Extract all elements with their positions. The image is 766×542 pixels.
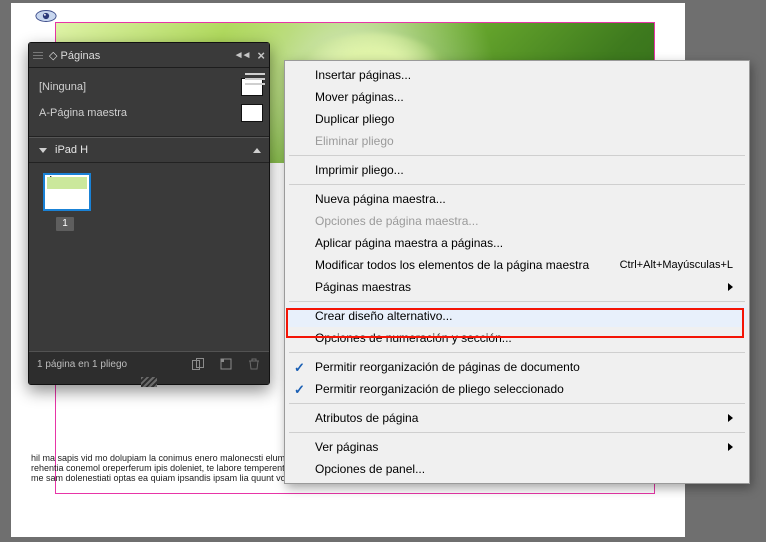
menu-new-master[interactable]: Nueva página maestra... xyxy=(287,188,747,210)
check-icon: ✓ xyxy=(294,360,305,376)
layout-name: iPad H xyxy=(55,144,88,156)
master-label: [Ninguna] xyxy=(39,81,86,93)
new-page-icon[interactable] xyxy=(219,357,233,371)
menu-apply-master[interactable]: Aplicar página maestra a páginas... xyxy=(287,232,747,254)
chevron-up-icon xyxy=(253,148,261,153)
menu-print-spread[interactable]: Imprimir pliego... xyxy=(287,159,747,181)
panel-collapse-button[interactable]: ◄◄ xyxy=(234,50,250,61)
panel-grip-icon xyxy=(33,52,43,59)
menu-page-attributes[interactable]: Atributos de página xyxy=(287,407,747,429)
panel-title: ◇ Páginas xyxy=(49,49,234,62)
panel-resize-grip-icon[interactable] xyxy=(141,377,157,387)
submenu-arrow-icon xyxy=(728,283,733,291)
menu-master-pages[interactable]: Páginas maestras xyxy=(287,276,747,298)
master-thumb-icon xyxy=(241,104,263,122)
submenu-arrow-icon xyxy=(728,443,733,451)
master-none-row[interactable]: [Ninguna] xyxy=(39,74,263,100)
master-pages-list: [Ninguna] A-Página maestra xyxy=(29,68,269,132)
edit-page-size-icon[interactable] xyxy=(191,357,205,371)
master-a-row[interactable]: A-Página maestra xyxy=(39,100,263,126)
menu-override-all[interactable]: Modificar todos los elementos de la pági… xyxy=(287,254,747,276)
panel-close-button[interactable]: × xyxy=(257,48,265,63)
page-number-badge: 1 xyxy=(56,217,74,231)
menu-allow-spread-shuffle[interactable]: ✓Permitir reorganización de pliego selec… xyxy=(287,378,747,400)
menu-view-pages[interactable]: Ver páginas xyxy=(287,436,747,458)
pages-panel-context-menu: Insertar páginas... Mover páginas... Dup… xyxy=(284,60,750,484)
menu-master-options: Opciones de página maestra... xyxy=(287,210,747,232)
panel-status-text: 1 página en 1 pliego xyxy=(37,359,177,370)
master-label: A-Página maestra xyxy=(39,107,127,119)
app-background: hil ma sapis vid mo dolupiam la conimus … xyxy=(0,0,766,542)
visibility-eye-icon xyxy=(35,9,57,23)
document-pages-area[interactable]: A 1 xyxy=(29,163,269,351)
menu-delete-spread: Eliminar pliego xyxy=(287,130,747,152)
menu-move-pages[interactable]: Mover páginas... xyxy=(287,86,747,108)
menu-duplicate-spread[interactable]: Duplicar pliego xyxy=(287,108,747,130)
menu-panel-options[interactable]: Opciones de panel... xyxy=(287,458,747,480)
panel-titlebar[interactable]: ◇ Páginas ◄◄ × xyxy=(29,43,269,68)
pages-panel: ◇ Páginas ◄◄ × [Ninguna] A-Página maestr… xyxy=(28,42,270,385)
menu-numbering-options[interactable]: Opciones de numeración y sección... xyxy=(287,327,747,349)
chevron-down-icon xyxy=(39,148,47,153)
layout-selector-bar[interactable]: iPad H xyxy=(29,137,269,163)
trash-icon[interactable] xyxy=(247,357,261,371)
check-icon: ✓ xyxy=(294,382,305,398)
submenu-arrow-icon xyxy=(728,414,733,422)
panel-flyout-menu-button[interactable] xyxy=(245,71,265,87)
menu-shortcut: Ctrl+Alt+Mayúsculas+L xyxy=(620,259,733,271)
menu-create-alternate-layout[interactable]: Crear diseño alternativo... xyxy=(287,305,747,327)
menu-allow-doc-shuffle[interactable]: ✓Permitir reorganización de páginas de d… xyxy=(287,356,747,378)
menu-insert-pages[interactable]: Insertar páginas... xyxy=(287,64,747,86)
panel-footer: 1 página en 1 pliego xyxy=(29,351,269,376)
page-thumbnail[interactable]: A xyxy=(43,173,91,211)
